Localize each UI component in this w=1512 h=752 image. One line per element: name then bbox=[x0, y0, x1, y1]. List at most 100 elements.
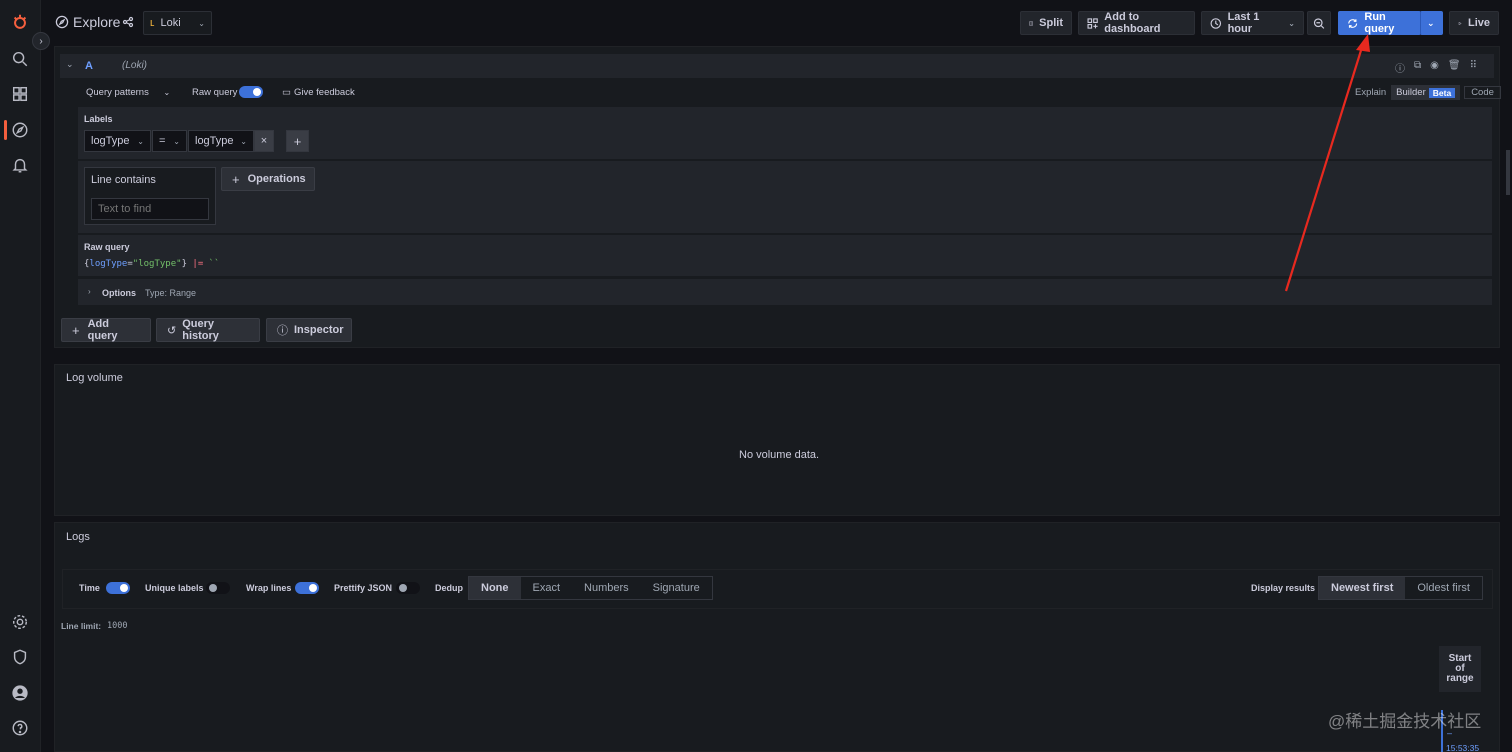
chevron-down-icon: ⌄ bbox=[137, 136, 144, 146]
query-history-button[interactable]: ↺ Query history bbox=[156, 318, 260, 342]
add-to-dashboard-label: Add to dashboard bbox=[1104, 11, 1161, 35]
add-operation-button[interactable]: + Operations bbox=[221, 167, 315, 191]
remove-label-button[interactable]: × bbox=[254, 130, 274, 152]
page-scrollbar[interactable] bbox=[1506, 150, 1510, 195]
prettify-json-toggle[interactable] bbox=[396, 582, 420, 594]
unique-labels-toggle[interactable] bbox=[206, 582, 230, 594]
explore-compass-icon[interactable] bbox=[10, 120, 30, 140]
newest-first-option[interactable]: Newest first bbox=[1319, 577, 1406, 599]
clock-icon bbox=[1210, 17, 1222, 29]
line-limit-label: Line limit: bbox=[61, 621, 102, 631]
log-volume-title: Log volume bbox=[66, 372, 123, 384]
dedup-option-exact[interactable]: Exact bbox=[521, 577, 573, 599]
live-button[interactable]: Live bbox=[1449, 11, 1499, 35]
help-icon[interactable] bbox=[10, 718, 30, 738]
range-label: range bbox=[1446, 673, 1474, 684]
display-results-label: Display results bbox=[1251, 583, 1316, 593]
add-query-button[interactable]: + Add query bbox=[61, 318, 151, 342]
plus-icon: + bbox=[293, 133, 302, 149]
label-value-value: logType bbox=[195, 135, 234, 147]
dedup-option-signature[interactable]: Signature bbox=[641, 577, 712, 599]
help-icon[interactable]: ⓘ bbox=[1395, 60, 1405, 75]
chevron-down-icon: ⌄ bbox=[1288, 18, 1295, 28]
beta-badge: Beta bbox=[1428, 87, 1456, 98]
unique-labels-label: Unique labels bbox=[145, 583, 204, 593]
history-icon: ↺ bbox=[167, 324, 177, 337]
log-navigation-timestamp: 15:53:35 bbox=[1446, 743, 1480, 752]
dashboards-icon[interactable] bbox=[10, 84, 30, 104]
query-history-label: Query history bbox=[182, 318, 219, 342]
zoom-out-icon bbox=[1313, 17, 1325, 29]
line-contains-title: Line contains bbox=[91, 174, 156, 186]
expand-nav-button[interactable]: › bbox=[32, 32, 50, 50]
raw-query-toggle[interactable] bbox=[239, 86, 263, 98]
dedup-option-numbers[interactable]: Numbers bbox=[572, 577, 641, 599]
inspector-label: Inspector bbox=[294, 324, 344, 336]
drag-handle-icon[interactable]: ⠿ bbox=[1470, 60, 1477, 72]
alerting-bell-icon[interactable] bbox=[10, 155, 30, 175]
annotation-arrow bbox=[1284, 34, 1370, 292]
give-feedback-link[interactable]: ▭ Give feedback bbox=[282, 87, 355, 98]
time-toggle[interactable] bbox=[106, 582, 130, 594]
wrap-lines-label: Wrap lines bbox=[246, 583, 292, 593]
label-operator-value: = bbox=[159, 135, 166, 147]
user-avatar-icon[interactable] bbox=[10, 683, 30, 703]
raw-label-key: logType bbox=[89, 259, 128, 269]
datasource-picker[interactable]: ʟ Loki ⌄ bbox=[143, 11, 212, 35]
close-icon: × bbox=[260, 135, 268, 147]
active-nav-indicator bbox=[4, 120, 7, 140]
live-label: Live bbox=[1467, 17, 1490, 29]
add-query-label: Add query bbox=[87, 318, 118, 342]
split-button[interactable]: Split bbox=[1020, 11, 1072, 35]
shield-icon[interactable] bbox=[10, 647, 30, 667]
query-ref-id[interactable]: A bbox=[85, 60, 93, 72]
explore-compass-icon bbox=[55, 15, 69, 29]
run-query-interval-dropdown[interactable]: ⌄ bbox=[1420, 11, 1443, 35]
builder-mode-tab[interactable]: Builder Beta bbox=[1391, 85, 1461, 100]
give-feedback-label: Give feedback bbox=[293, 87, 355, 98]
comment-icon: ▭ bbox=[282, 87, 291, 98]
dashboard-add-icon bbox=[1087, 17, 1098, 29]
logs-panel bbox=[54, 522, 1500, 752]
start-of-range-button[interactable]: Start of range bbox=[1439, 646, 1481, 692]
raw-brace-close: } bbox=[181, 259, 187, 269]
search-icon[interactable] bbox=[10, 49, 30, 69]
add-to-dashboard-button[interactable]: Add to dashboard bbox=[1078, 11, 1195, 35]
builder-label: Builder bbox=[1396, 87, 1426, 98]
code-mode-tab[interactable]: Code bbox=[1464, 86, 1501, 99]
label-value-select[interactable]: logType ⌄ bbox=[188, 130, 254, 152]
text-to-find-input[interactable] bbox=[91, 198, 209, 220]
operations-label: Operations bbox=[247, 173, 306, 185]
chevron-down-icon: ⌄ bbox=[240, 136, 247, 146]
add-label-button[interactable]: + bbox=[286, 130, 309, 152]
chevron-down-icon: ⌄ bbox=[198, 18, 205, 28]
query-patterns-dropdown[interactable]: Query patterns ⌄ bbox=[86, 87, 170, 98]
collapse-chevron-icon[interactable]: ⌄ bbox=[66, 59, 74, 70]
inspector-button[interactable]: ⓘ Inspector bbox=[266, 318, 352, 342]
trash-icon[interactable]: 🗑 bbox=[1448, 60, 1461, 72]
label-operator-select[interactable]: = ⌄ bbox=[152, 130, 187, 152]
settings-gear-icon[interactable] bbox=[10, 612, 30, 632]
dedup-option-none[interactable]: None bbox=[469, 577, 521, 599]
datasource-name: Loki bbox=[160, 17, 181, 29]
raw-label-value: "logType" bbox=[132, 259, 182, 269]
label-name-value: logType bbox=[91, 135, 130, 147]
split-icon bbox=[1029, 21, 1033, 25]
eye-icon[interactable]: ◉ bbox=[1430, 60, 1439, 72]
dedup-label: Dedup bbox=[435, 583, 463, 593]
raw-query-title: Raw query bbox=[84, 242, 130, 252]
wrap-lines-toggle[interactable] bbox=[295, 582, 319, 594]
share-icon[interactable] bbox=[122, 16, 134, 28]
query-row-actions: ⓘ ⧉ ◉ 🗑 ⠿ bbox=[1395, 60, 1485, 75]
oldest-first-option[interactable]: Oldest first bbox=[1405, 577, 1482, 599]
info-icon: ⓘ bbox=[277, 325, 288, 337]
loki-logo-icon: ʟ bbox=[150, 17, 155, 29]
grafana-logo-icon[interactable] bbox=[10, 12, 30, 32]
label-name-select[interactable]: logType ⌄ bbox=[84, 130, 151, 152]
chevron-down-icon: ⌄ bbox=[173, 136, 180, 146]
labels-title: Labels bbox=[84, 114, 113, 124]
duplicate-icon[interactable]: ⧉ bbox=[1414, 60, 1421, 72]
sort-order-radio-group: Newest first Oldest first bbox=[1318, 576, 1483, 600]
side-nav bbox=[0, 0, 41, 752]
raw-query-text: {logType="logType"} |= `` bbox=[84, 259, 220, 269]
